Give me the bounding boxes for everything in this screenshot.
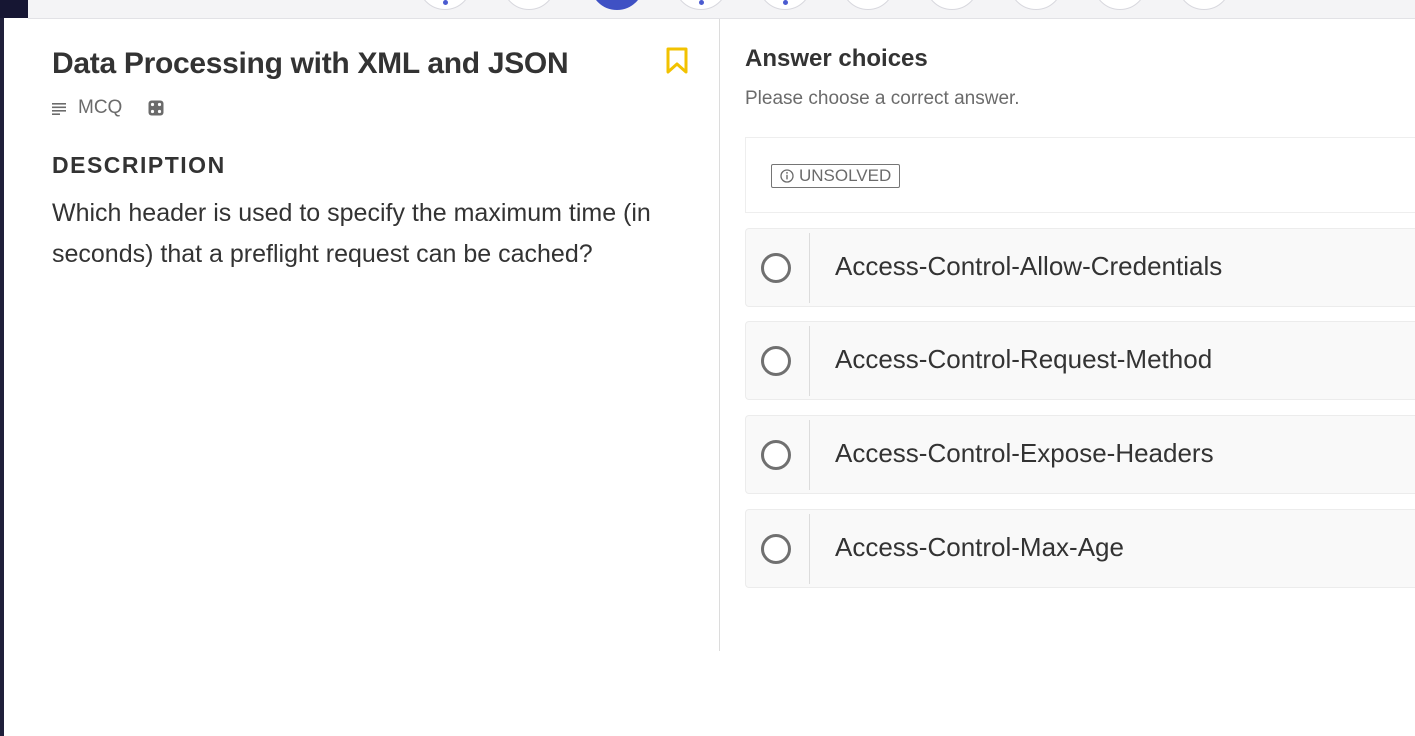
question-dot-10[interactable] <box>1177 0 1231 10</box>
status-box: UNSOLVED <box>745 137 1415 213</box>
answer-choice[interactable]: Access-Control-Expose-Headers <box>745 415 1415 494</box>
question-dot-2[interactable] <box>502 0 556 10</box>
dice-icon <box>148 100 164 116</box>
choice-label: Access-Control-Allow-Credentials <box>835 251 1223 281</box>
question-dot-9[interactable] <box>1093 0 1147 10</box>
answer-choices-subtitle: Please choose a correct answer. <box>745 88 1020 109</box>
question-dot-5[interactable] <box>758 0 812 10</box>
radio-button[interactable] <box>761 253 791 283</box>
app-sidebar-edge <box>0 0 28 736</box>
radio-button[interactable] <box>761 346 791 376</box>
status-label: UNSOLVED <box>799 166 892 185</box>
question-dot-7[interactable] <box>925 0 979 10</box>
question-title: Data Processing with XML and JSON <box>52 47 569 80</box>
choice-divider <box>809 420 810 490</box>
question-dot-1[interactable] <box>418 0 472 10</box>
choice-label: Access-Control-Max-Age <box>835 532 1124 562</box>
question-type-label: MCQ <box>78 97 123 118</box>
question-description: Which header is used to specify the maxi… <box>52 199 651 268</box>
sidebar-edge-top <box>0 0 28 18</box>
answer-choice[interactable]: Access-Control-Allow-Credentials <box>745 228 1415 307</box>
radio-button[interactable] <box>761 534 791 564</box>
answered-indicator <box>443 0 448 5</box>
choice-label: Access-Control-Expose-Headers <box>835 438 1214 468</box>
question-dot-8[interactable] <box>1009 0 1063 10</box>
question-dot-6[interactable] <box>841 0 895 10</box>
answer-choices-title: Answer choices <box>745 45 928 72</box>
question-type-icon <box>52 103 66 115</box>
choice-label: Access-Control-Request-Method <box>835 344 1213 374</box>
question-dot-current[interactable] <box>590 0 644 10</box>
choice-divider <box>809 233 810 303</box>
choice-divider <box>809 326 810 396</box>
question-panel: Data Processing with XML and JSON MCQ DE… <box>28 19 720 651</box>
question-meta: MCQ <box>52 97 164 119</box>
status-badge: UNSOLVED <box>771 164 901 188</box>
answered-indicator <box>699 0 704 5</box>
bookmark-icon[interactable] <box>665 47 689 75</box>
answer-choice[interactable]: Access-Control-Request-Method <box>745 321 1415 400</box>
radio-button[interactable] <box>761 440 791 470</box>
answered-indicator <box>783 0 788 5</box>
answer-choice[interactable]: Access-Control-Max-Age <box>745 509 1415 588</box>
question-navigator <box>28 0 1415 19</box>
sidebar-edge-gap <box>4 18 28 736</box>
info-icon <box>780 169 794 183</box>
description-heading: DESCRIPTION <box>52 152 226 178</box>
answer-panel: Answer choices Please choose a correct a… <box>745 19 1415 659</box>
question-dot-4[interactable] <box>674 0 728 10</box>
choice-divider <box>809 514 810 584</box>
